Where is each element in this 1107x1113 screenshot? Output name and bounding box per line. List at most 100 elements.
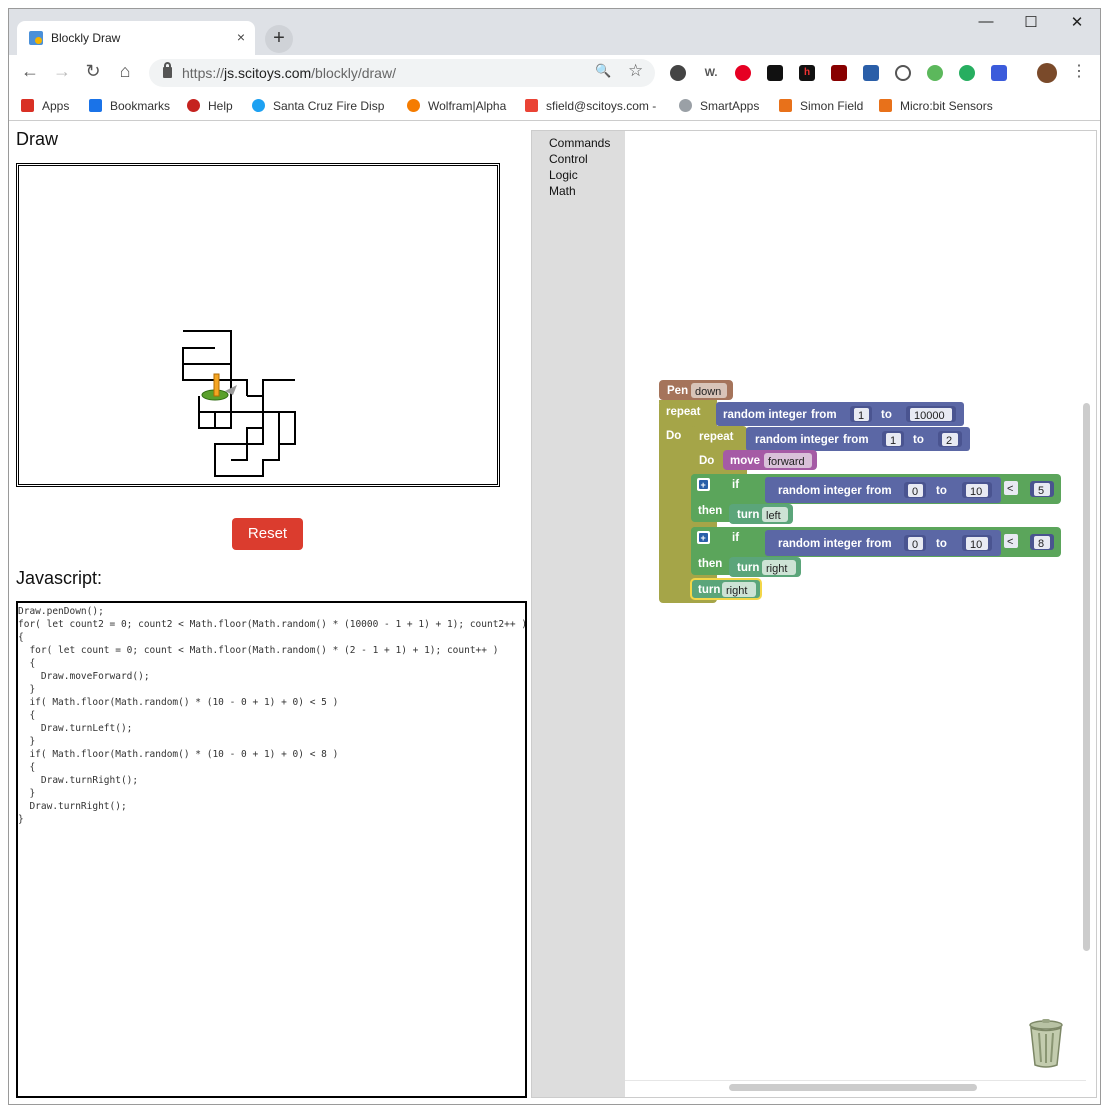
tab-close-icon[interactable]: × [237, 29, 245, 45]
debian-icon [187, 99, 200, 112]
code-line: Draw.turnRight(); [18, 801, 127, 812]
then-label: then [698, 558, 722, 570]
extension-icon[interactable]: h [799, 65, 815, 81]
final-turn-dropdown[interactable]: right [726, 585, 747, 597]
turn-left-block[interactable]: turn left [729, 504, 793, 524]
inner-to-value[interactable]: 2 [946, 435, 952, 447]
code-line: if( Math.floor(Math.random() * (10 - 0 +… [18, 749, 339, 760]
avatar[interactable] [1037, 63, 1057, 83]
final-turn-right-block[interactable]: turn right [690, 578, 762, 600]
site-icon [779, 99, 792, 112]
new-tab-button[interactable]: + [265, 25, 293, 53]
bookmark-simon-field[interactable]: Simon Field [779, 99, 863, 113]
extension-icon[interactable]: W. [703, 65, 719, 81]
to-label: to [936, 485, 947, 497]
outer-to-value[interactable]: 10000 [914, 410, 945, 422]
code-line: { [18, 762, 36, 773]
maximize-button[interactable]: ☐ [1008, 13, 1054, 31]
extension-icon[interactable] [959, 65, 975, 81]
zoom-icon[interactable]: 🔍 [595, 63, 611, 79]
if1-to-value[interactable]: 10 [970, 486, 982, 498]
pen-label: Pen [667, 385, 688, 397]
code-line: } [18, 788, 36, 799]
from-label: from [811, 409, 837, 421]
drawn-path [182, 330, 296, 477]
workspace-edge [625, 1080, 1086, 1081]
inner-do-label: Do [699, 455, 714, 467]
extension-icon[interactable] [927, 65, 943, 81]
turn-right-block[interactable]: turn right [729, 557, 801, 577]
reset-button[interactable]: Reset [232, 518, 303, 550]
snowflake-icon [679, 99, 692, 112]
vertical-scrollbar[interactable] [1083, 403, 1090, 951]
blocks-canvas: Pen down repeat Do random integer from 1… [659, 380, 1061, 603]
if1-compare-value[interactable]: 5 [1038, 485, 1044, 497]
code-line: { [18, 632, 24, 643]
star-icon [89, 99, 102, 112]
inner-from-value[interactable]: 1 [890, 435, 896, 447]
draw-heading: Draw [16, 129, 59, 149]
forward-button[interactable]: → [50, 61, 74, 82]
trash-icon[interactable] [1026, 1017, 1066, 1069]
home-button[interactable]: ⌂ [113, 61, 137, 82]
extension-icon[interactable] [767, 65, 783, 81]
bookmark-microbit[interactable]: Micro:bit Sensors [879, 99, 993, 113]
code-line: for( let count = 0; count < Math.floor(M… [18, 645, 499, 656]
plus-icon[interactable]: + [701, 533, 706, 543]
bookmark-bookmarks[interactable]: Bookmarks [89, 99, 170, 113]
turn-right-dropdown[interactable]: right [766, 563, 787, 575]
address-bar[interactable]: https://js.scitoys.com/blockly/draw/ 🔍 ☆ [149, 59, 655, 87]
if1-compare-op[interactable]: < [1007, 483, 1013, 495]
if2-compare-op[interactable]: < [1007, 536, 1013, 548]
if1-from-value[interactable]: 0 [912, 486, 918, 498]
code-output: Draw.penDown(); for( let count2 = 0; cou… [16, 601, 527, 1098]
turn-left-dropdown[interactable]: left [766, 510, 781, 522]
close-window-button[interactable]: ✕ [1054, 13, 1100, 31]
ublock-icon[interactable] [831, 65, 847, 81]
extension-icon[interactable] [991, 65, 1007, 81]
bookmark-help[interactable]: Help [187, 99, 233, 113]
outer-random-block[interactable]: random integer from 1 to 10000 [716, 402, 964, 426]
reload-button[interactable]: ↻ [81, 61, 105, 82]
minimize-button[interactable]: — [963, 13, 1009, 30]
bookmark-fire[interactable]: Santa Cruz Fire Disp [252, 99, 384, 113]
move-dropdown[interactable]: forward [768, 456, 805, 468]
move-block[interactable]: move forward [723, 450, 817, 470]
if2-compare-value[interactable]: 8 [1038, 538, 1044, 550]
bookmark-email[interactable]: sfield@scitoys.com - [525, 99, 656, 113]
extension-icon[interactable] [670, 65, 686, 81]
extension-icon[interactable] [863, 65, 879, 81]
blockly-workspace[interactable]: Commands Control Logic Math Pen down rep… [531, 130, 1097, 1098]
pinterest-icon[interactable] [735, 65, 751, 81]
back-button[interactable]: ← [18, 61, 42, 82]
bookmark-apps[interactable]: Apps [21, 99, 69, 113]
favicon-icon [29, 31, 43, 45]
code-line: { [18, 658, 36, 669]
star-icon[interactable]: ☆ [628, 61, 643, 81]
title-bar: Blockly Draw × + — ☐ ✕ [9, 9, 1100, 55]
pen-block[interactable]: Pen down [659, 380, 733, 400]
random-label: random integer [755, 434, 839, 446]
code-line: } [18, 814, 24, 825]
if2-to-value[interactable]: 10 [970, 539, 982, 551]
plus-icon[interactable]: + [701, 480, 706, 490]
inner-repeat-label: repeat [699, 431, 734, 443]
horizontal-scrollbar[interactable] [729, 1084, 977, 1091]
menu-icon[interactable]: ⋮ [1067, 61, 1091, 81]
turn-label: turn [737, 562, 759, 574]
code-line: } [18, 736, 36, 747]
if2-from-value[interactable]: 0 [912, 539, 918, 551]
twitter-icon [252, 99, 265, 112]
pen-dropdown[interactable]: down [695, 386, 721, 398]
drawing-canvas [16, 163, 500, 487]
from-label: from [866, 485, 892, 497]
outer-from-value[interactable]: 1 [858, 410, 864, 422]
browser-tab[interactable]: Blockly Draw × [17, 21, 255, 55]
speed-icon[interactable] [895, 65, 911, 81]
inner-random-block[interactable]: random integer from 1 to 2 [746, 427, 970, 451]
then-label: then [698, 505, 722, 517]
url-text: https://js.scitoys.com/blockly/draw/ [182, 65, 396, 81]
bookmark-smartapps[interactable]: SmartApps [679, 99, 759, 113]
page-content: Draw Reset Javascript: Draw.penDown(); f… [9, 122, 1100, 1104]
bookmark-wolfram[interactable]: Wolfram|Alpha [407, 99, 506, 113]
